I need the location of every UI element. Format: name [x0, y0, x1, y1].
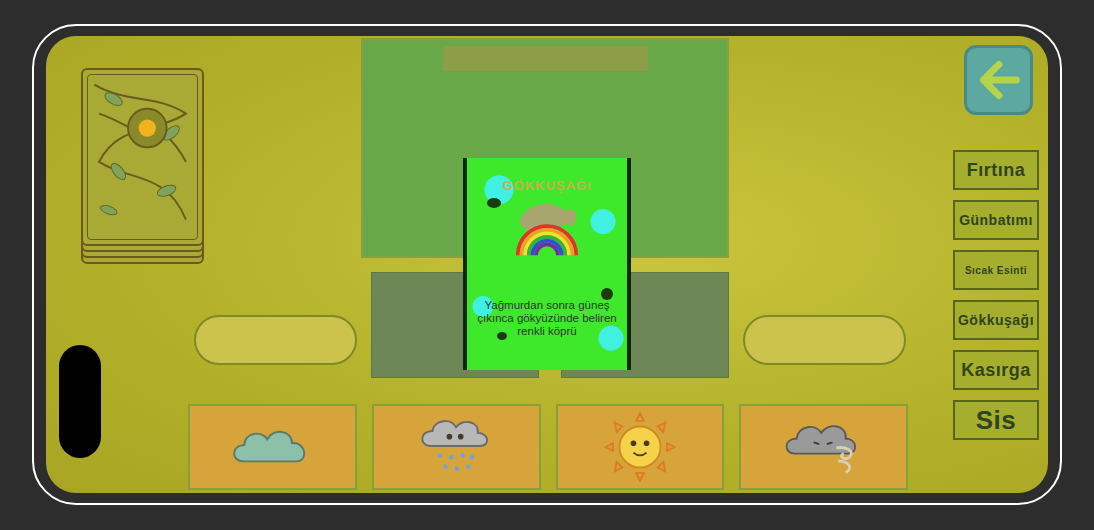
card-description: Yağmurdan sonra güneş çıkınca gökyüzünde… [477, 299, 617, 338]
phone-frame: Fırtına Günbatımı Sıcak Esinti Gökkuşağı Kas… [32, 24, 1062, 505]
card-deck[interactable] [81, 68, 204, 266]
game-screen: Fırtına Günbatımı Sıcak Esinti Gökkuşağı Kas… [46, 36, 1048, 493]
hand-card[interactable] [739, 404, 908, 490]
answer-button[interactable]: Sıcak Esinti [953, 250, 1039, 290]
left-slot-oval[interactable] [194, 315, 357, 365]
answer-button[interactable]: Sis [953, 400, 1039, 440]
answer-button[interactable]: Günbatımı [953, 200, 1039, 240]
played-card-body: GÖKKUŞAĞI Yağmurdan sonra güneş çıkınca g… [467, 158, 627, 370]
rainbow-icon [492, 195, 602, 259]
wind-cloud-icon [781, 414, 867, 480]
answer-list: Fırtına Günbatımı Sıcak Esinti Gökkuşağı Kas… [953, 150, 1039, 440]
deck-top-card [81, 68, 204, 246]
back-button[interactable] [964, 45, 1033, 115]
back-arrow-icon [973, 54, 1025, 106]
hand [188, 378, 908, 490]
cloud-icon [229, 414, 315, 480]
hand-card[interactable] [372, 404, 541, 490]
camera-notch [59, 345, 101, 458]
card-title: GÖKKUŞAĞI [502, 178, 591, 193]
played-card[interactable]: GÖKKUŞAĞI Yağmurdan sonra güneş çıkınca g… [463, 158, 631, 370]
sun-icon [598, 408, 682, 486]
glow-blot [497, 332, 507, 340]
glow-blot [601, 288, 613, 300]
glow-blot [487, 198, 501, 208]
answer-button[interactable]: Gökkuşağı [953, 300, 1039, 340]
right-slot-oval[interactable] [743, 315, 906, 365]
hand-card[interactable] [188, 404, 357, 490]
hand-card[interactable] [556, 404, 725, 490]
answer-button[interactable]: Kasırga [953, 350, 1039, 390]
right-column: Fırtına Günbatımı Sıcak Esinti Gökkuşağı Kas… [908, 36, 1048, 493]
app: Fırtına Günbatımı Sıcak Esinti Gökkuşağı Kas… [0, 0, 1094, 530]
rain-cloud-icon [413, 414, 499, 480]
answer-button[interactable]: Fırtına [953, 150, 1039, 190]
swirl-leaves-icon [87, 74, 198, 240]
panel-title-bar [443, 46, 648, 71]
